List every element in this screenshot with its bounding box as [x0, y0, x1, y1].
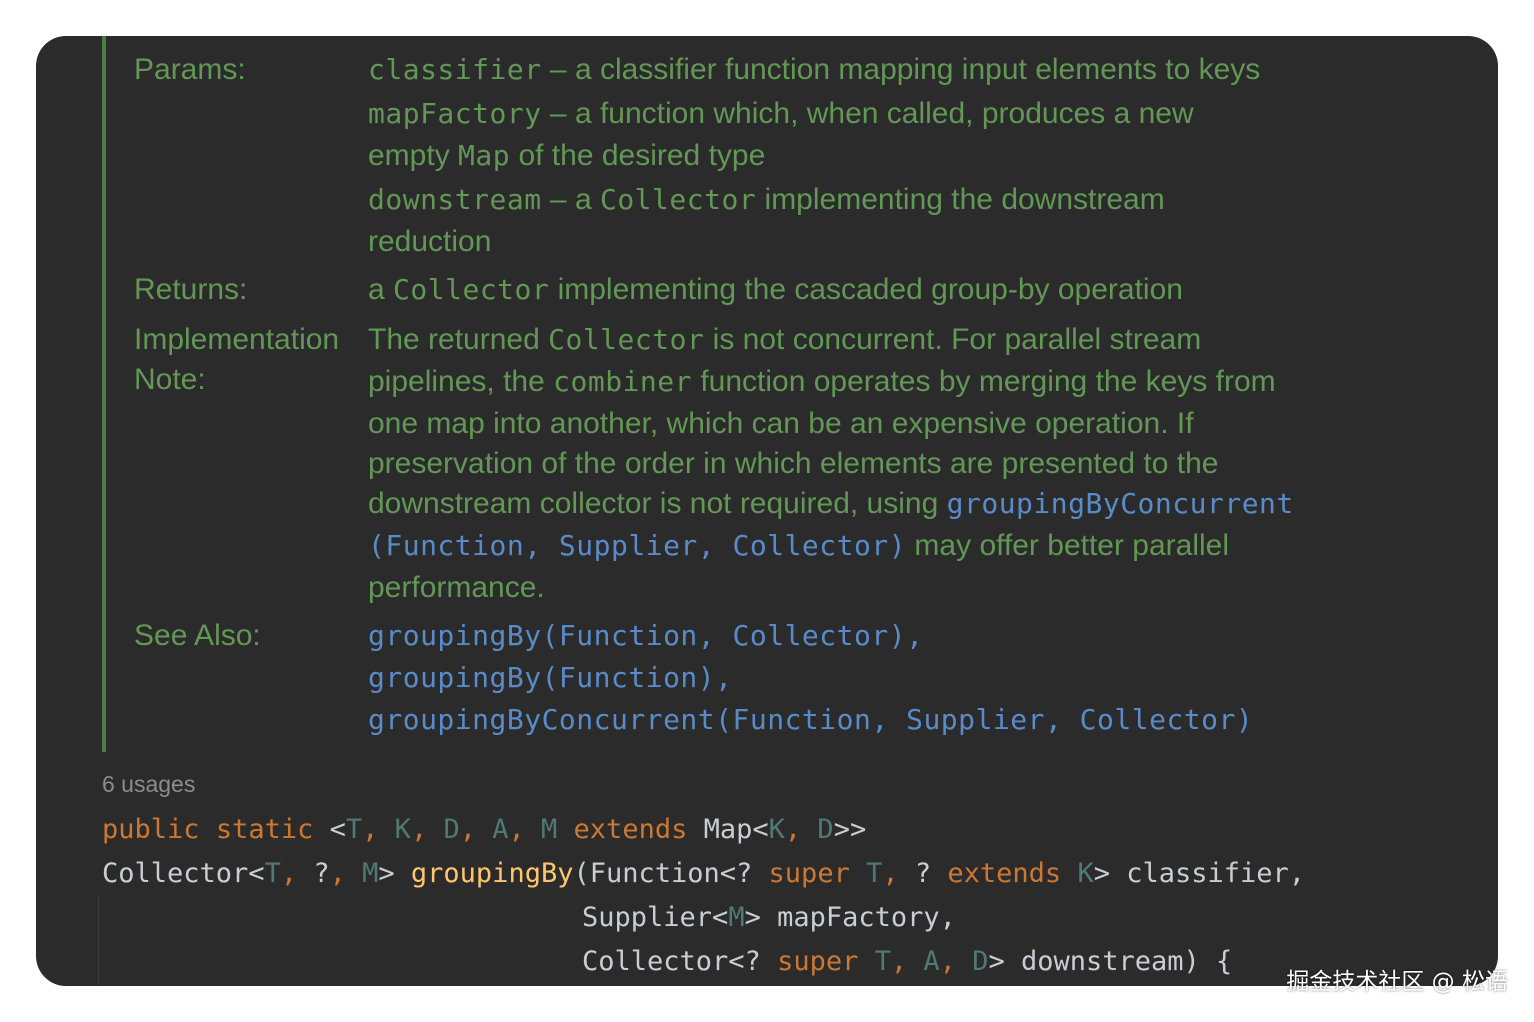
param-downstream: downstream – a Collector implementing th… — [368, 183, 1165, 216]
param-name: classifier — [368, 53, 542, 86]
params-label: Params: — [134, 53, 246, 86]
usages-inlay-hint[interactable]: 6 usages — [102, 768, 195, 800]
impl-note-line: one map into another, which can be an ex… — [368, 407, 1194, 440]
returns-text: a Collector implementing the cascaded gr… — [368, 273, 1183, 306]
link-grouping-by-concurrent[interactable]: groupingByConcurrent — [947, 487, 1294, 520]
returns-label: Returns: — [134, 273, 248, 306]
param-classifier: classifier – a classifier function mappi… — [368, 53, 1261, 86]
indent-guide — [98, 896, 99, 986]
code-line-2: Collector<T, ?, M> groupingBy(Function<?… — [102, 858, 1306, 889]
link-grouping-by-function[interactable]: groupingBy(Function), — [368, 661, 733, 694]
link-grouping-by-concurrent-full[interactable]: groupingByConcurrent(Function, Supplier,… — [368, 703, 1253, 736]
impl-note-label-2: Note: — [134, 363, 206, 396]
impl-note-label-1: Implementation — [134, 323, 340, 356]
param-mapfactory: mapFactory – a function which, when call… — [368, 97, 1194, 130]
code-line-4: Collector<? super T, A, D> downstream) { — [582, 946, 1233, 977]
impl-note-line: The returned Collector is not concurrent… — [368, 323, 1202, 356]
code-line-3: Supplier<M> mapFactory, — [582, 902, 956, 933]
impl-note-line: downstream collector is not required, us… — [368, 487, 1294, 520]
see-also-item: groupingByConcurrent(Function, Supplier,… — [368, 700, 1253, 740]
param-mapfactory-cont: empty Map of the desired type — [368, 139, 766, 172]
param-name: downstream — [368, 183, 542, 216]
impl-note-line: pipelines, the combiner function operate… — [368, 365, 1276, 398]
code-editor-window: Params: classifier – a classifier functi… — [36, 36, 1498, 986]
impl-note-line: performance. — [368, 571, 545, 604]
code-line-1: public static <T, K, D, A, M extends Map… — [102, 814, 867, 845]
see-also-item: groupingBy(Function, Collector), — [368, 616, 923, 656]
impl-note-line: preservation of the order in which eleme… — [368, 447, 1219, 480]
method-name[interactable]: groupingBy — [411, 858, 574, 889]
link-grouping-by-function-collector[interactable]: groupingBy(Function, Collector), — [368, 619, 923, 652]
param-name: mapFactory — [368, 97, 542, 130]
watermark: 掘金技术社区 @ 松语 — [1286, 969, 1508, 995]
javadoc-rendered-block — [102, 36, 106, 752]
impl-note-line: (Function, Supplier, Collector) may offe… — [368, 529, 1230, 562]
see-also-item: groupingBy(Function), — [368, 658, 733, 698]
param-downstream-cont: reduction — [368, 225, 492, 258]
link-grouping-by-concurrent-args[interactable]: (Function, Supplier, Collector) — [368, 529, 906, 562]
see-also-label: See Also: — [134, 619, 261, 652]
